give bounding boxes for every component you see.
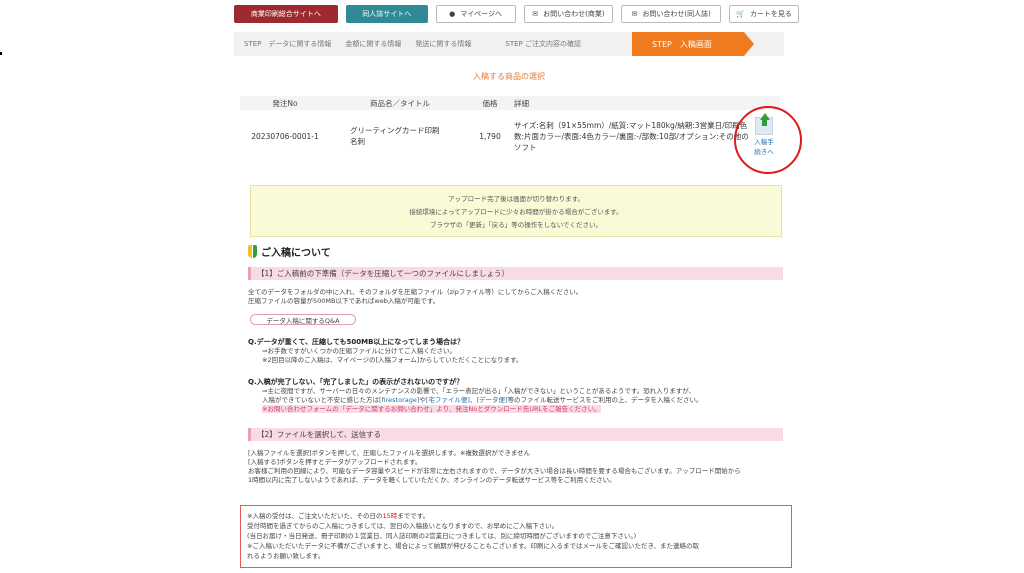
- takufile-link[interactable]: [宅ファイル便]: [426, 396, 470, 404]
- top-navigation: 商業印刷総合サイトへ 同人誌サイトへ ● マイページへ ✉ お問い合わせ(商業) ✉…: [234, 5, 800, 23]
- deadline-line1: ※入稿の受付は、ご注文いただいた、その日の15時までです。: [247, 511, 785, 521]
- product-name: グリーティングカード印刷 名刺: [330, 110, 470, 162]
- faq-answer-2-text-end: 等のファイル転送サービスをご利用の上、データを入稿ください。: [507, 396, 703, 404]
- step-data-info: STEP データに関する情報: [244, 40, 332, 48]
- deadline-notice-box: ※入稿の受付は、ご注文いただいた、その日の15時までです。 受付時間を過ぎてから…: [240, 505, 792, 568]
- step-price-info: 金額に関する情報: [345, 40, 402, 48]
- step-shipping-info: 発送に関する情報: [415, 40, 472, 48]
- faq-answer-2-highlight: ※お問い合わせフォームの「データに関するお問い合わせ」より、発注Noとダウンロー…: [262, 405, 601, 413]
- step-progress: STEP データに関する情報 金額に関する情報 発送に関する情報 STEP ご注…: [234, 32, 784, 56]
- faq-answer-2-text: 入稿ができていないと不安に感じた方は: [262, 396, 379, 404]
- faq-1: Q.データが重くて、圧縮しても500MB以上になってしまう場合は？ ⇒お手数です…: [248, 337, 783, 365]
- product-name-line2: 名刺: [350, 137, 365, 146]
- col-detail: 詳細: [510, 96, 780, 110]
- section1-p1: 全てのデータをフォルダの中に入れ、そのフォルダを圧縮ファイル（zipファイル等）…: [248, 288, 583, 296]
- edge-mark: [0, 52, 2, 55]
- about-upload-title: ご入稿について: [248, 244, 331, 259]
- order-no: 20230706-0001-1: [251, 131, 319, 141]
- notice-line1: アップロード完了後は画面が切り替わります。: [448, 195, 584, 203]
- select-product-title: 入稿する商品の選択: [473, 72, 545, 81]
- section1-text: 全てのデータをフォルダの中に入れ、そのフォルダを圧縮ファイル（zipファイル等）…: [248, 288, 783, 306]
- faq-2: Q.入稿が完了しない、「完了しました」の表示がされないのですが？ ⇒主に夜間です…: [248, 377, 783, 414]
- deadline-line2: 受付時間を過ぎてからのご入稿につきましては、翌日の入稿扱いとなりますので、お早め…: [247, 522, 559, 530]
- mypage-button[interactable]: ● マイページへ: [435, 5, 516, 23]
- faq-answer-1-line1: ⇒お手数ですがいくつかの圧縮ファイルに分けてご入稿ください。: [262, 347, 456, 355]
- cart-button[interactable]: 🛒 カートを見る: [729, 5, 800, 23]
- faq-answer-2-line2: 入稿ができていないと不安に感じた方は[firestorage]や[宅ファイル便]…: [248, 396, 783, 405]
- section2-text: [入稿ファイルを選択]ボタンを押して、圧縮したファイルを選択します。※複数選択が…: [248, 449, 783, 485]
- faq-question-2: Q.入稿が完了しない、「完了しました」の表示がされないのですが？: [248, 378, 464, 386]
- col-order-no: 発注No: [240, 96, 330, 110]
- person-icon: ●: [449, 10, 456, 18]
- faq-answer-2-line1: ⇒主に夜間ですが、サーバーの日々のメンテナンスの影響で、「エラー表記が出る」「入…: [262, 387, 696, 395]
- section1-p2: 圧縮ファイルの容量が500MB以下であればweb入稿が可能です。: [248, 297, 440, 305]
- cart-icon: 🛒: [736, 10, 745, 18]
- contact-commercial-label: お問い合わせ(商業): [543, 10, 605, 18]
- doujinshi-site-button[interactable]: 同人誌サイトへ: [345, 5, 428, 23]
- highlight-circle: [734, 106, 802, 174]
- deadline-line5: れるようお願い致します。: [247, 552, 325, 560]
- product-name-line1: グリーティングカード印刷: [350, 126, 440, 135]
- qa-button[interactable]: データ入稿に関するQ&A: [250, 314, 356, 325]
- upload-notice: アップロード完了後は画面が切り替わります。 接続環境によってアップロードに少々お…: [250, 185, 782, 237]
- beginner-mark-icon: [248, 245, 257, 258]
- firestorage-link[interactable]: [firestorage]: [379, 396, 419, 404]
- deadline-line4: ※ご入稿いただいたデータに不備がございますと、場合によって納期が伸びることもござ…: [247, 542, 700, 550]
- deadline-time: 15時: [382, 512, 398, 520]
- about-upload-title-text: ご入稿について: [261, 248, 331, 259]
- notice-line3: ブラウザの「更新」「戻る」等の操作をしないでください。: [429, 221, 603, 229]
- step-upload-active: STEP 入稿画面: [632, 32, 754, 56]
- col-product-name: 商品名／タイトル: [330, 96, 470, 110]
- section1-heading: 【1】ご入稿前の下準備（データを圧縮して一つのファイルにしましょう）: [248, 267, 783, 280]
- commercial-site-button[interactable]: 商業印刷総合サイトへ: [234, 5, 338, 23]
- order-table: 発注No 商品名／タイトル 価格 詳細 20230706-0001-1 グリーテ…: [240, 96, 780, 162]
- step-confirm: STEP ご注文内容の確認: [505, 40, 581, 48]
- contact-doujinshi-label: お問い合わせ(同人誌): [642, 10, 711, 18]
- section2-p4: 1時間以内に完了しないようであれば、データを軽くしていただくか、オンラインのデー…: [248, 476, 616, 484]
- faq-answer-1-line2: ※2回目以降のご入稿は、マイページの[入稿フォーム]からしていただくことになりま…: [262, 356, 523, 364]
- section2-heading: 【2】ファイルを選択して、送信する: [248, 428, 783, 441]
- deadline-line3: (当日お届け・当日発送、冊子印刷の１営業日、同人誌印刷の2営業日につきましては、…: [247, 532, 637, 540]
- col-price: 価格: [470, 96, 510, 110]
- section2-p1: [入稿ファイルを選択]ボタンを押して、圧縮したファイルを選択します。※複数選択が…: [248, 449, 531, 457]
- mail-icon: ✉: [631, 10, 638, 18]
- databin-link[interactable]: [データ便]: [476, 396, 507, 404]
- faq-question-1: Q.データが重くて、圧縮しても500MB以上になってしまう場合は？: [248, 338, 465, 346]
- deadline-line1-c: までです。: [397, 512, 430, 520]
- contact-commercial-button[interactable]: ✉ お問い合わせ(商業): [523, 5, 614, 23]
- price: 1,790: [479, 131, 501, 141]
- mypage-label: マイページへ: [460, 10, 503, 18]
- table-row: 20230706-0001-1 グリーティングカード印刷 名刺 1,790 サイ…: [240, 110, 780, 162]
- mail-icon: ✉: [532, 10, 539, 18]
- notice-line2: 接続環境によってアップロードに少々お時間が掛かる場合がございます。: [409, 208, 623, 216]
- faq-answer-2-line3: ※お問い合わせフォームの「データに関するお問い合わせ」より、発注Noとダウンロー…: [248, 405, 783, 414]
- deadline-line1-a: ※入稿の受付は、ご注文いただいた、その日の: [247, 512, 383, 520]
- cart-label: カートを見る: [749, 10, 792, 18]
- section2-p2: [入稿する]ボタンを押すとデータがアップロードされます。: [248, 458, 422, 466]
- page-root: 商業印刷総合サイトへ 同人誌サイトへ ● マイページへ ✉ お問い合わせ(商業) ✉…: [0, 0, 1024, 573]
- section2-p3: お客様ご利用の回線により、可能なデータ容量やスピードが非常に左右されますので、デ…: [248, 467, 741, 475]
- contact-doujinshi-button[interactable]: ✉ お問い合わせ(同人誌): [621, 5, 722, 23]
